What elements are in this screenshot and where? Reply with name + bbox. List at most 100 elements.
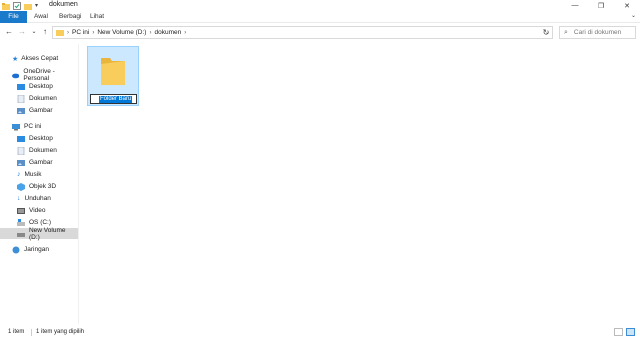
- sidebar-item-label: PC ini: [24, 123, 42, 130]
- chevron-right-icon[interactable]: ›: [92, 30, 94, 36]
- address-bar[interactable]: › PC ini › New Volume (D:) › dokumen › ⌄: [52, 26, 553, 39]
- folder-name-input[interactable]: Folder Baru: [99, 96, 133, 103]
- sidebar-item-label: Unduhan: [24, 195, 51, 202]
- chevron-right-icon[interactable]: ›: [184, 30, 186, 36]
- large-icons-view-button[interactable]: [626, 328, 635, 336]
- folder-icon: [56, 30, 64, 36]
- search-box[interactable]: ⌕ Cari di dokumen: [559, 26, 636, 39]
- tab-view[interactable]: Lihat: [90, 11, 104, 23]
- desktop-icon: [17, 83, 25, 90]
- sidebar-item-label: OS (C:): [29, 219, 52, 226]
- folder-tile[interactable]: Folder Baru: [87, 46, 139, 106]
- tab-file[interactable]: File: [0, 11, 27, 23]
- sidebar-item-onedrive-pictures[interactable]: Gambar: [0, 105, 78, 116]
- minimize-button[interactable]: —: [562, 0, 588, 11]
- address-toolbar: ← → ⌄ ↑ › PC ini › New Volume (D:) › dok…: [0, 24, 640, 41]
- sidebar-item-onedrive[interactable]: OneDrive - Personal: [0, 67, 78, 82]
- sidebar-item-label: Objek 3D: [29, 183, 57, 190]
- tab-home[interactable]: Awal: [34, 11, 48, 23]
- star-icon: ★: [12, 55, 19, 63]
- sidebar-item-pictures[interactable]: Gambar: [0, 157, 78, 168]
- navigation-pane: ★ Akses Cepat OneDrive - Personal Deskto…: [0, 44, 79, 324]
- minimize-icon: —: [571, 2, 579, 9]
- sidebar-item-onedrive-documents[interactable]: Dokumen: [0, 93, 78, 104]
- quick-access-toolbar: ▾: [2, 1, 38, 10]
- cube-icon: [17, 182, 25, 191]
- sidebar-item-label: OneDrive - Personal: [23, 67, 55, 82]
- sidebar-item-network[interactable]: Jaringan: [0, 244, 78, 255]
- breadcrumb-drive[interactable]: New Volume (D:): [97, 29, 146, 36]
- sidebar-item-label: Dokumen: [29, 95, 57, 102]
- tab-share[interactable]: Berbagi: [59, 11, 81, 23]
- file-list[interactable]: Folder Baru: [80, 44, 640, 324]
- sidebar-item-label: Video: [29, 207, 46, 214]
- cloud-icon: [12, 73, 20, 78]
- item-count: 1 item: [8, 329, 25, 335]
- window-controls: — ❐ ✕: [562, 0, 640, 11]
- network-icon: [12, 246, 20, 253]
- music-icon: ♪: [17, 171, 21, 178]
- breadcrumb-pc[interactable]: PC ini: [72, 29, 89, 36]
- sidebar-item-music[interactable]: ♪ Musik: [0, 169, 78, 180]
- restore-icon: ❐: [597, 2, 605, 10]
- back-button[interactable]: ←: [4, 27, 14, 37]
- sidebar-item-3d-objects[interactable]: Objek 3D: [0, 181, 78, 192]
- window-title: dokumen: [49, 1, 78, 8]
- sidebar-item-label: Desktop: [29, 135, 53, 142]
- divider: [31, 329, 32, 336]
- properties-icon[interactable]: [13, 1, 21, 10]
- sidebar-item-videos[interactable]: Video: [0, 205, 78, 216]
- up-button[interactable]: ↑: [40, 27, 50, 37]
- sidebar-item-downloads[interactable]: ↓ Unduhan: [0, 193, 78, 204]
- folder-icon: [101, 58, 125, 85]
- sidebar-item-onedrive-desktop[interactable]: Desktop: [0, 81, 78, 92]
- sidebar-item-label: Jaringan: [24, 246, 49, 253]
- breadcrumb-folder[interactable]: dokumen: [154, 29, 181, 36]
- sidebar-item-desktop[interactable]: Desktop: [0, 133, 78, 144]
- computer-icon: [12, 123, 20, 130]
- title-bar: ▾ dokumen — ❐ ✕: [0, 0, 640, 11]
- selection-count: 1 item yang dipilih: [36, 329, 85, 335]
- forward-button[interactable]: →: [17, 27, 27, 37]
- refresh-button[interactable]: ↻: [540, 27, 552, 38]
- chevron-down-icon[interactable]: ⌄: [631, 12, 636, 19]
- details-view-button[interactable]: [614, 328, 623, 336]
- chevron-down-icon[interactable]: ▾: [35, 2, 38, 9]
- sidebar-item-drive-d[interactable]: New Volume (D:): [0, 226, 78, 241]
- search-icon: ⌕: [564, 28, 568, 36]
- sidebar-item-label: Gambar: [29, 159, 53, 166]
- sidebar-item-label: Akses Cepat: [21, 55, 59, 62]
- arrow-right-icon: →: [18, 27, 26, 36]
- refresh-icon: ↻: [542, 28, 550, 37]
- ribbon: File Awal Berbagi Lihat ⌄: [0, 11, 640, 23]
- close-icon: ✕: [624, 2, 630, 10]
- search-input[interactable]: Cari di dokumen: [574, 29, 621, 36]
- sidebar-item-this-pc[interactable]: PC ini: [0, 121, 78, 132]
- picture-icon: [17, 107, 25, 114]
- rename-field[interactable]: Folder Baru: [90, 94, 137, 104]
- chevron-right-icon[interactable]: ›: [149, 30, 151, 36]
- new-folder-icon[interactable]: [24, 2, 32, 10]
- arrow-up-icon: ↑: [43, 27, 47, 36]
- restore-button[interactable]: ❐: [588, 0, 614, 11]
- sidebar-item-quick-access[interactable]: ★ Akses Cepat: [0, 53, 78, 64]
- folder-icon: [2, 2, 10, 10]
- close-button[interactable]: ✕: [614, 0, 640, 11]
- desktop-icon: [17, 135, 25, 142]
- recent-locations-button[interactable]: ⌄: [29, 27, 39, 37]
- video-icon: [17, 207, 25, 214]
- arrow-left-icon: ←: [5, 27, 13, 36]
- drive-icon: [17, 218, 25, 226]
- sidebar-item-label: New Volume (D:): [28, 226, 66, 241]
- chevron-right-icon: ›: [67, 29, 69, 36]
- sidebar-item-label: Desktop: [29, 83, 53, 90]
- sidebar-item-label: Dokumen: [29, 147, 57, 154]
- chevron-down-icon: ⌄: [31, 29, 37, 35]
- status-bar: 1 item 1 item yang dipilih: [0, 326, 640, 338]
- document-icon: [17, 94, 25, 103]
- picture-icon: [17, 159, 25, 166]
- drive-icon: [17, 232, 25, 237]
- document-icon: [17, 146, 25, 155]
- sidebar-item-label: Musik: [24, 171, 42, 178]
- sidebar-item-documents[interactable]: Dokumen: [0, 145, 78, 156]
